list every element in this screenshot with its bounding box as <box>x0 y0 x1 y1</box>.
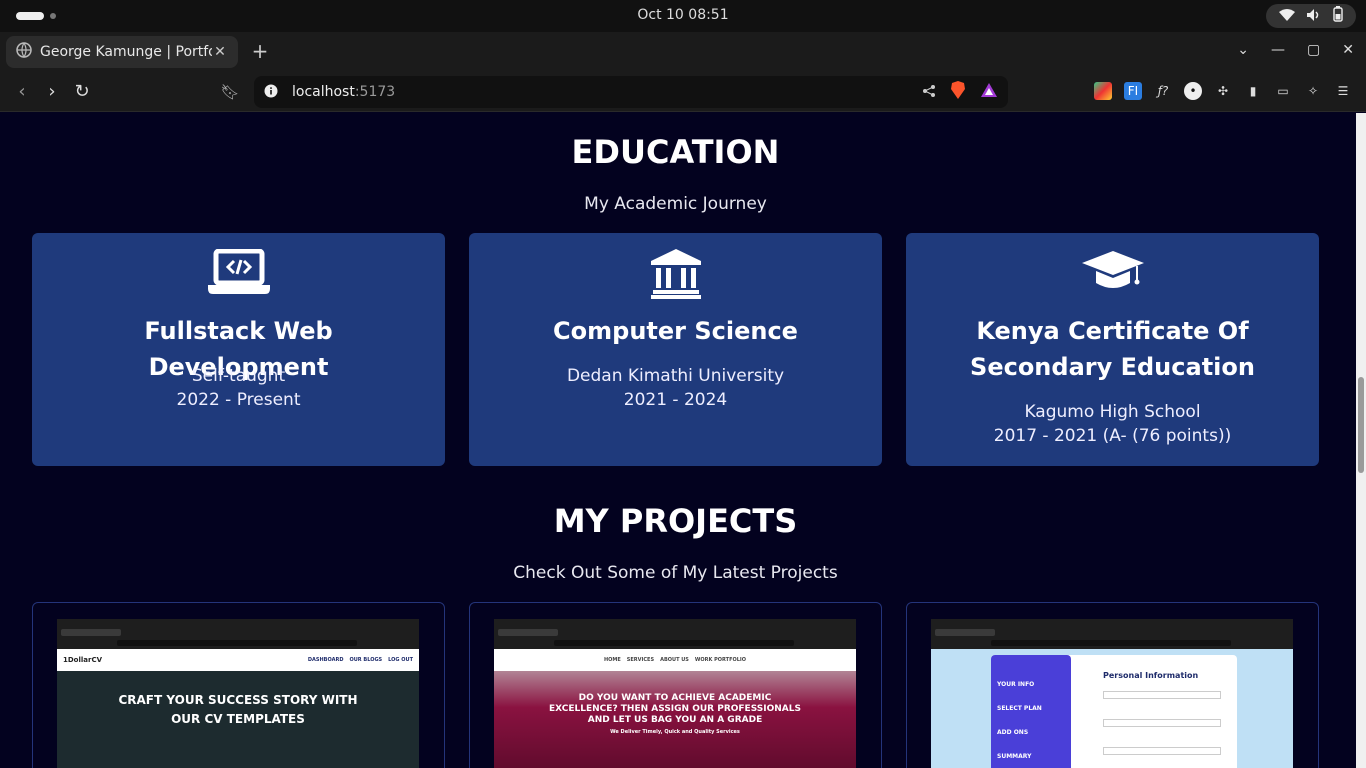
volume-icon <box>1306 7 1322 26</box>
project-tagline: We Deliver Timely, Quick and Quality Ser… <box>610 729 740 735</box>
project-site-header: 1DollarCV DASHBOARD OUR BLOGS LOG OUT <box>57 649 419 671</box>
education-title: Computer Science <box>553 317 798 345</box>
project-screenshot: HOME SERVICES ABOUT US WORK PORTFOLIO DO… <box>494 619 856 768</box>
project-step: SUMMARY <box>997 753 1032 760</box>
os-top-bar: Oct 10 08:51 <box>0 0 1366 32</box>
education-subtitle: My Academic Journey <box>584 194 767 214</box>
project-step: SELECT PLAN <box>997 705 1042 712</box>
education-card: Fullstack Web Development Self-taught 20… <box>32 233 445 466</box>
brave-rewards-icon[interactable] <box>980 82 998 102</box>
page-viewport: EDUCATION My Academic Journey Fullstack … <box>0 113 1356 768</box>
maximize-icon[interactable]: ▢ <box>1307 42 1320 58</box>
tab-strip: George Kamunge | Portfolio ✕ + ⌄ — ▢ ✕ <box>0 32 1366 72</box>
url-port: :5173 <box>354 84 396 100</box>
wifi-icon <box>1279 7 1296 26</box>
education-title: Kenya Certificate Of Secondary Education <box>970 317 1255 381</box>
graduation-cap-icon <box>906 249 1319 297</box>
system-status-menu[interactable] <box>1266 4 1356 28</box>
url-text: localhost:5173 <box>292 84 395 100</box>
back-icon[interactable]: ‹ <box>10 80 34 104</box>
university-icon <box>469 249 882 299</box>
menu-icon[interactable]: ☰ <box>1334 82 1352 100</box>
browser-tab[interactable]: George Kamunge | Portfolio ✕ <box>6 36 238 68</box>
project-screenshot: YOUR INFO SELECT PLAN ADD ONS SUMMARY Pe… <box>931 619 1293 768</box>
education-card: Computer Science Dedan Kimathi Universit… <box>469 233 882 466</box>
os-clock[interactable]: Oct 10 08:51 <box>0 7 1366 23</box>
battery-icon <box>1332 6 1343 26</box>
address-bar[interactable]: localhost:5173 <box>254 76 1008 108</box>
education-institution: Self-taught <box>191 366 286 386</box>
project-card[interactable]: YOUR INFO SELECT PLAN ADD ONS SUMMARY Pe… <box>906 602 1319 768</box>
project-card[interactable]: 1DollarCV DASHBOARD OUR BLOGS LOG OUT CR… <box>32 602 445 768</box>
project-nav-item: LOG OUT <box>388 657 413 663</box>
project-nav-item: OUR BLOGS <box>349 657 383 663</box>
project-card[interactable]: HOME SERVICES ABOUT US WORK PORTFOLIO DO… <box>469 602 882 768</box>
tab-title: George Kamunge | Portfolio <box>40 44 212 60</box>
bookmark-icon[interactable]: 🔖︎ <box>218 80 242 104</box>
education-period: 2021 - 2024 <box>623 390 728 410</box>
close-tab-icon[interactable]: ✕ <box>212 44 228 60</box>
project-nav-item: ABOUT US <box>660 657 689 663</box>
education-institution: Dedan Kimathi University <box>566 366 785 386</box>
project-nav-item: HOME <box>603 657 621 663</box>
share-icon[interactable] <box>922 83 936 102</box>
extensions-row: FI ƒ? • ✣ ▮ ▭ ✧ ☰ <box>1094 82 1352 100</box>
project-form-panel: YOUR INFO SELECT PLAN ADD ONS SUMMARY Pe… <box>991 655 1237 768</box>
project-brand: 1DollarCV <box>63 656 103 664</box>
education-institution: Kagumo High School <box>1024 402 1201 422</box>
page-scrollbar[interactable] <box>1356 113 1366 768</box>
project-nav-item: DASHBOARD <box>307 657 344 663</box>
project-screenshot: 1DollarCV DASHBOARD OUR BLOGS LOG OUT CR… <box>57 619 419 768</box>
project-nav-item: SERVICES <box>626 657 655 663</box>
project-step: YOUR INFO <box>997 681 1035 688</box>
project-step: ADD ONS <box>997 729 1029 736</box>
extension-formula-icon[interactable]: ƒ? <box>1154 82 1172 100</box>
extension-circle-icon[interactable]: • <box>1184 82 1202 100</box>
projects-subtitle: Check Out Some of My Latest Projects <box>513 563 838 583</box>
site-info-icon[interactable] <box>264 83 278 102</box>
project-hero-text: DO YOU WANT TO ACHIEVE ACADEMIC EXCELLEN… <box>549 693 801 725</box>
project-form-title: Personal Information <box>1103 671 1199 680</box>
browser-toolbar: ‹ › ↻ 🔖︎ localhost:5173 FI ƒ? • ✣ ▮ ▭ ✧ … <box>0 72 1366 112</box>
project-hero-text: CRAFT YOUR SUCCESS STORY WITH OUR CV TEM… <box>118 693 358 726</box>
education-heading: EDUCATION <box>571 133 780 171</box>
education-period: 2017 - 2021 (A- (76 points)) <box>993 426 1232 446</box>
tab-list-chevron-icon[interactable]: ⌄ <box>1237 42 1249 58</box>
brave-shields-icon[interactable] <box>950 81 966 103</box>
projects-heading: MY PROJECTS <box>553 502 798 540</box>
close-window-icon[interactable]: ✕ <box>1342 42 1354 58</box>
address-bar-actions <box>922 81 998 103</box>
minimize-icon[interactable]: — <box>1271 42 1285 58</box>
wallet-icon[interactable]: ▭ <box>1274 82 1292 100</box>
reload-icon[interactable]: ↻ <box>70 80 94 104</box>
project-nav-item: WORK PORTFOLIO <box>694 657 747 663</box>
education-period: 2022 - Present <box>176 390 301 410</box>
laptop-code-icon <box>32 249 445 297</box>
window-controls: ⌄ — ▢ ✕ <box>1237 42 1354 58</box>
project-steps-sidebar: YOUR INFO SELECT PLAN ADD ONS SUMMARY <box>991 655 1071 768</box>
project-site-header: HOME SERVICES ABOUT US WORK PORTFOLIO <box>494 649 856 671</box>
extension-colorful-icon[interactable] <box>1094 82 1112 100</box>
leo-ai-icon[interactable]: ✧ <box>1304 82 1322 100</box>
scrollbar-thumb[interactable] <box>1358 377 1364 473</box>
url-host: localhost <box>292 84 355 100</box>
new-tab-button[interactable]: + <box>250 40 270 64</box>
education-card: Kenya Certificate Of Secondary Education… <box>906 233 1319 466</box>
sidebar-icon[interactable]: ▮ <box>1244 82 1262 100</box>
globe-icon <box>16 42 32 62</box>
forward-icon[interactable]: › <box>40 80 64 104</box>
extension-fi-icon[interactable]: FI <box>1124 82 1142 100</box>
extensions-puzzle-icon[interactable]: ✣ <box>1214 82 1232 100</box>
